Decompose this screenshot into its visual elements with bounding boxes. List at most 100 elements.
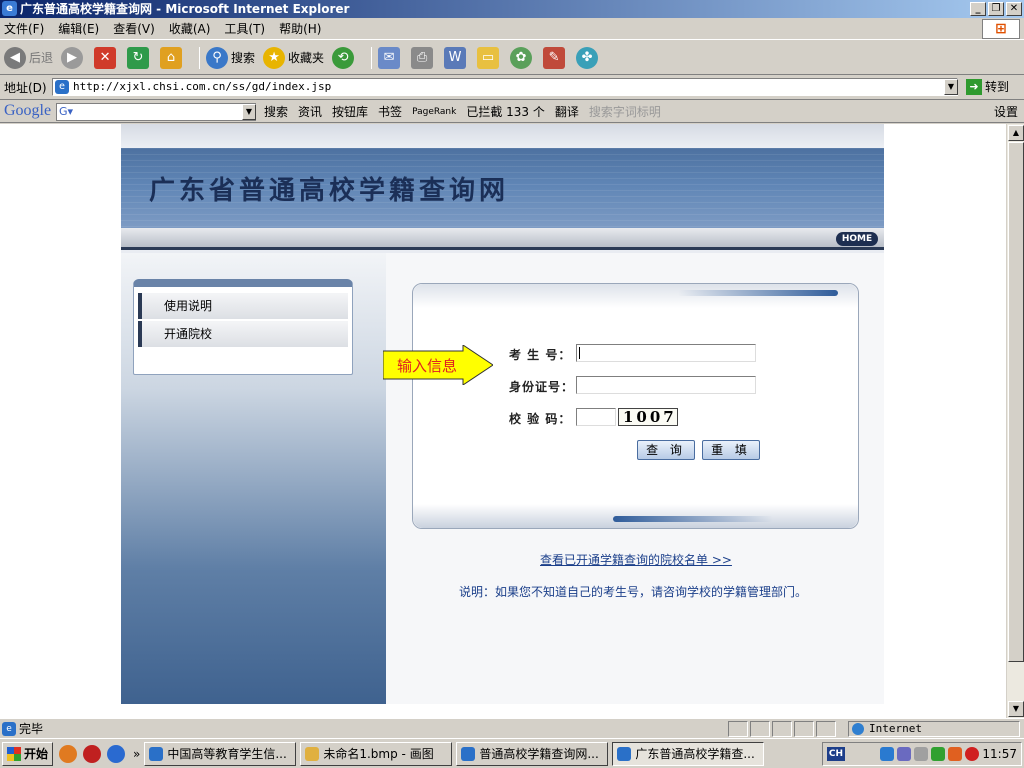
translate-button[interactable]: 翻译 bbox=[555, 103, 579, 120]
google-buttons-gallery[interactable]: 按钮库 bbox=[332, 103, 368, 120]
network-tray-icon[interactable] bbox=[897, 747, 912, 761]
home-link[interactable]: HOME bbox=[836, 232, 878, 246]
menu-item-opened-schools[interactable]: 开通院校 bbox=[138, 321, 348, 347]
history-button[interactable]: ⟲ bbox=[332, 46, 357, 69]
mail-button[interactable]: ✉ bbox=[378, 46, 403, 69]
go-button[interactable]: ➜ 转到 bbox=[966, 78, 1009, 95]
address-input[interactable]: e http://xjxl.chsi.com.cn/ss/gd/index.js… bbox=[52, 78, 958, 96]
id-number-label: 身份证号： bbox=[509, 380, 575, 394]
opened-schools-link[interactable]: 查看已开通学籍查询的院校名单 >> bbox=[540, 551, 732, 568]
captcha-input[interactable] bbox=[576, 408, 616, 426]
qq-tray-icon[interactable] bbox=[880, 747, 895, 761]
status-cell bbox=[728, 721, 748, 737]
highlight-button[interactable]: 搜索字词标明 bbox=[589, 103, 661, 120]
scroll-up-button[interactable]: ▲ bbox=[1008, 125, 1024, 141]
task-label: 普通高校学籍查询网... bbox=[479, 746, 599, 761]
edit-button[interactable]: W bbox=[444, 46, 469, 69]
status-text: 完毕 bbox=[19, 722, 44, 736]
start-button[interactable]: 开始 bbox=[2, 741, 54, 766]
butterfly-icon: ✤ bbox=[576, 46, 599, 69]
site-container: 广东省普通高校学籍查询网 HOME 使用说明 开通院校 考 生 号： 身份证号：… bbox=[121, 124, 884, 704]
favorites-button[interactable]: ★ 收藏夹 bbox=[263, 46, 324, 69]
ime-indicator[interactable]: CH bbox=[827, 747, 845, 761]
scroll-thumb[interactable] bbox=[1008, 142, 1024, 662]
app-quicklaunch-icon[interactable] bbox=[83, 744, 102, 763]
google-search-button[interactable]: 搜索 bbox=[264, 103, 288, 120]
submit-button[interactable]: 查 询 bbox=[637, 440, 695, 460]
back-button[interactable]: ◀ 后退 bbox=[4, 46, 53, 69]
status-cell bbox=[772, 721, 792, 737]
menu-file[interactable]: 文件(F) bbox=[4, 20, 44, 37]
home-button[interactable]: ⌂ bbox=[160, 46, 185, 69]
research-button[interactable]: ✎ bbox=[543, 46, 568, 69]
menu-edit[interactable]: 编辑(E) bbox=[58, 20, 99, 37]
forward-button[interactable]: ▶ bbox=[61, 46, 86, 69]
folder-icon: ▭ bbox=[477, 46, 500, 69]
app-tray-icon[interactable] bbox=[931, 747, 946, 761]
captcha-image: 1007 bbox=[618, 408, 678, 426]
google-search-input[interactable]: G▾ bbox=[56, 103, 256, 121]
panel-accent-line bbox=[678, 290, 838, 296]
minimize-button[interactable]: _ bbox=[970, 2, 986, 16]
scroll-down-button[interactable]: ▼ bbox=[1008, 701, 1024, 717]
star-icon: ★ bbox=[263, 46, 286, 69]
paint-task-icon bbox=[305, 746, 320, 761]
reset-button[interactable]: 重 填 bbox=[702, 440, 760, 460]
id-number-input[interactable] bbox=[576, 376, 756, 394]
clock: 11:57 bbox=[982, 747, 1017, 761]
security-tray-icon[interactable] bbox=[948, 747, 963, 761]
media-quicklaunch-icon[interactable] bbox=[107, 744, 126, 763]
antivirus-tray-icon[interactable] bbox=[965, 747, 980, 761]
taskbar-item-guangdong[interactable]: 广东普通高校学籍查... bbox=[612, 741, 765, 766]
print-button[interactable]: ⎙ bbox=[411, 46, 436, 69]
panel-accent-line-bottom bbox=[613, 516, 773, 522]
menu-view[interactable]: 查看(V) bbox=[113, 20, 155, 37]
right-column: 考 生 号： 身份证号： 校 验 码： 1007 查 询 重 填 查看已开通学籍… bbox=[386, 253, 884, 704]
start-label: 开始 bbox=[24, 747, 49, 761]
address-dropdown-button[interactable]: ▼ bbox=[944, 79, 958, 95]
quicklaunch-more-icon[interactable]: » bbox=[133, 747, 140, 761]
left-column: 使用说明 开通院校 bbox=[121, 253, 386, 704]
google-search-dropdown[interactable]: ▼ bbox=[242, 104, 256, 120]
google-news-button[interactable]: 资讯 bbox=[298, 103, 322, 120]
maximize-button[interactable]: ❐ bbox=[988, 2, 1004, 16]
windows-logo-icon: ⊞ bbox=[982, 19, 1020, 39]
google-bookmarks-button[interactable]: 书签 bbox=[378, 103, 402, 120]
status-bar: e 完毕 Internet bbox=[0, 718, 1024, 738]
ie-task-icon bbox=[461, 746, 476, 761]
search-button[interactable]: ⚲ 搜索 bbox=[206, 46, 255, 69]
google-settings-label: 设置 bbox=[993, 105, 1018, 119]
menu-help[interactable]: 帮助(H) bbox=[279, 20, 321, 37]
vertical-scrollbar[interactable]: ▲ ▼ bbox=[1006, 124, 1024, 718]
taskbar-item-chsi[interactable]: 中国高等教育学生信... bbox=[144, 741, 297, 766]
stop-button[interactable]: ✕ bbox=[94, 46, 119, 69]
firefox-quicklaunch-icon[interactable] bbox=[59, 744, 78, 763]
extra-button[interactable]: ✤ bbox=[576, 46, 601, 69]
panel-bottom-decoration bbox=[413, 504, 858, 528]
pagerank-indicator[interactable]: PageRank bbox=[412, 107, 456, 117]
go-arrow-icon: ➜ bbox=[966, 78, 982, 95]
history-icon: ⟲ bbox=[332, 46, 355, 69]
window-title: 广东普通高校学籍查询网 - Microsoft Internet Explore… bbox=[20, 2, 350, 16]
input-info-callout: 输入信息 bbox=[382, 344, 494, 386]
window-titlebar: e 广东普通高校学籍查询网 - Microsoft Internet Explo… bbox=[0, 0, 1024, 18]
menu-tools[interactable]: 工具(T) bbox=[224, 20, 265, 37]
page-done-icon: e bbox=[2, 721, 16, 736]
menu-item-usage-guide[interactable]: 使用说明 bbox=[138, 293, 348, 319]
google-logo[interactable]: Google bbox=[4, 102, 51, 120]
taskbar-item-paint[interactable]: 未命名1.bmp - 画图 bbox=[300, 741, 453, 766]
refresh-button[interactable]: ↻ bbox=[127, 46, 152, 69]
taskbar-item-query-site[interactable]: 普通高校学籍查询网... bbox=[456, 741, 609, 766]
menu-favorites[interactable]: 收藏(A) bbox=[169, 20, 211, 37]
volume-tray-icon[interactable] bbox=[914, 747, 929, 761]
folder-button[interactable]: ▭ bbox=[477, 46, 502, 69]
status-cells bbox=[728, 721, 838, 737]
candidate-number-input[interactable] bbox=[576, 344, 756, 362]
close-button[interactable]: ✕ bbox=[1006, 2, 1022, 16]
popup-blocked-counter[interactable]: 已拦截 133 个 bbox=[466, 103, 545, 120]
panel-top-decoration bbox=[413, 284, 858, 308]
google-settings-button[interactable]: 设置 bbox=[994, 103, 1018, 120]
taskbar: 开始 » 中国高等教育学生信... 未命名1.bmp - 画图 普通高校学籍查询… bbox=[0, 738, 1024, 768]
address-label: 地址(D) bbox=[4, 80, 47, 95]
messenger-button[interactable]: ✿ bbox=[510, 46, 535, 69]
